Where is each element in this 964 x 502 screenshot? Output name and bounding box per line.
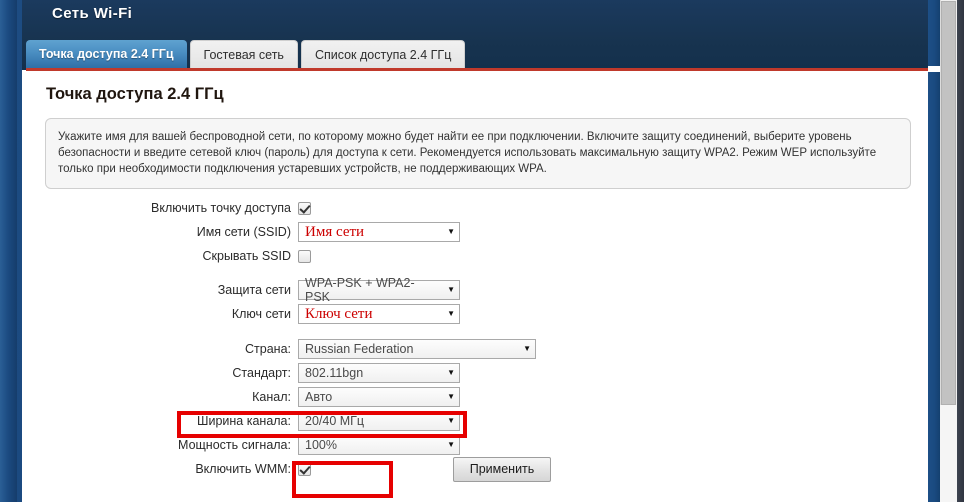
- tab-access-point-24[interactable]: Точка доступа 2.4 ГГц: [26, 40, 187, 68]
- select-ssid[interactable]: Имя сети ▼: [298, 222, 460, 242]
- row-standard: Стандарт: 802.11bgn ▼: [26, 362, 928, 384]
- label-ssid: Имя сети (SSID): [196, 225, 291, 239]
- label-signal-power: Мощность сигнала:: [178, 438, 291, 452]
- chevron-down-icon: ▼: [447, 416, 455, 425]
- select-standard-value: 802.11bgn: [305, 366, 364, 380]
- chevron-down-icon: ▼: [447, 309, 455, 318]
- scrollbar-thumb[interactable]: [941, 1, 956, 405]
- select-standard[interactable]: 802.11bgn ▼: [298, 363, 460, 383]
- label-network-key: Ключ сети: [231, 307, 291, 321]
- row-hide-ssid: Скрывать SSID: [26, 245, 928, 267]
- wifi-settings-form: Включить точку доступа Имя сети (SSID) И…: [26, 197, 928, 482]
- select-signal-power-value: 100%: [305, 438, 337, 452]
- label-country: Страна:: [245, 342, 291, 356]
- row-channel-width: Ширина канала: 20/40 МГц ▼: [26, 410, 928, 432]
- select-security-value: WPA-PSK + WPA2-PSK: [305, 276, 415, 304]
- select-channel-width[interactable]: 20/40 МГц ▼: [298, 411, 460, 431]
- row-network-key: Ключ сети Ключ сети ▼: [26, 303, 928, 325]
- chevron-down-icon: ▼: [447, 285, 455, 294]
- select-signal-power[interactable]: 100% ▼: [298, 435, 460, 455]
- row-security: Защита сети WPA-PSK + WPA2-PSK ▼: [26, 276, 928, 304]
- router-admin-screen: Сеть Wi-Fi Точка доступа 2.4 ГГц Гостева…: [0, 0, 964, 502]
- apply-button-container: Применить: [26, 457, 928, 482]
- scrollbar-track-lower[interactable]: [940, 405, 957, 502]
- window-right-edge: [957, 0, 964, 502]
- label-security: Защита сети: [217, 283, 291, 297]
- tab-guest-network[interactable]: Гостевая сеть: [189, 40, 298, 68]
- label-standard: Стандарт:: [232, 366, 291, 380]
- row-enable-ap: Включить точку доступа: [26, 197, 928, 219]
- info-description-box: Укажите имя для вашей беспроводной сети,…: [45, 118, 911, 189]
- row-signal-power: Мощность сигнала: 100% ▼: [26, 434, 928, 456]
- select-network-key[interactable]: Ключ сети ▼: [298, 304, 460, 324]
- select-ssid-value: Имя сети: [305, 223, 365, 240]
- apply-button[interactable]: Применить: [452, 457, 552, 482]
- row-channel: Канал: Авто ▼: [26, 386, 928, 408]
- label-channel-width: Ширина канала:: [197, 414, 291, 428]
- label-hide-ssid: Скрывать SSID: [202, 249, 292, 263]
- chevron-down-icon: ▼: [523, 344, 531, 353]
- content-panel: Точка доступа 2.4 ГГц Укажите имя для ва…: [26, 71, 928, 502]
- select-channel-value: Авто: [305, 390, 333, 404]
- window-right-border: [928, 0, 940, 502]
- row-ssid: Имя сети (SSID) Имя сети ▼: [26, 221, 928, 243]
- chevron-down-icon: ▼: [447, 227, 455, 236]
- row-country: Страна: Russian Federation ▼: [26, 338, 928, 360]
- select-country[interactable]: Russian Federation ▼: [298, 339, 536, 359]
- label-channel: Канал:: [252, 390, 291, 404]
- tab-access-list-24[interactable]: Список доступа 2.4 ГГц: [300, 40, 466, 68]
- select-network-key-value: Ключ сети: [305, 305, 373, 322]
- tab-bar: Точка доступа 2.4 ГГц Гостевая сеть Спис…: [26, 40, 466, 68]
- chevron-down-icon: ▼: [447, 368, 455, 377]
- page-header-title: Сеть Wi-Fi: [52, 5, 133, 22]
- checkbox-hide-ssid[interactable]: [298, 249, 311, 263]
- select-channel[interactable]: Авто ▼: [298, 387, 460, 407]
- checkbox-enable-ap[interactable]: [298, 201, 311, 215]
- select-security[interactable]: WPA-PSK + WPA2-PSK ▼: [298, 276, 460, 304]
- chevron-down-icon: ▼: [447, 440, 455, 449]
- chevron-down-icon: ▼: [447, 392, 455, 401]
- page-title: Точка доступа 2.4 ГГц: [46, 85, 224, 103]
- label-enable-ap: Включить точку доступа: [151, 201, 291, 215]
- window-left-border-inner: [17, 0, 22, 502]
- select-channel-width-value: 20/40 МГц: [305, 414, 365, 428]
- select-country-value: Russian Federation: [305, 342, 414, 356]
